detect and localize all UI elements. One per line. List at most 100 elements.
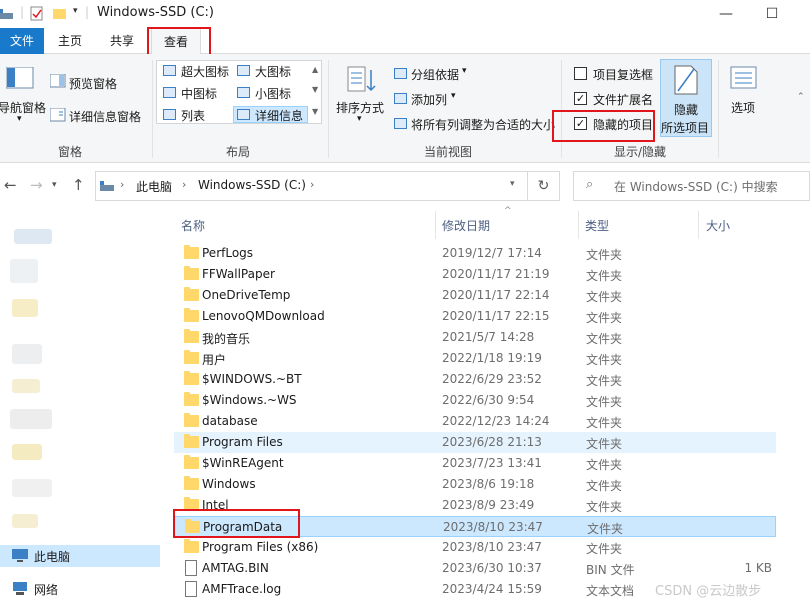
nav-item-this-pc[interactable]: 此电脑 bbox=[34, 548, 70, 565]
group-label-current-view: 当前视图 bbox=[424, 145, 473, 159]
gallery-scroll-down-icon[interactable]: ▼ bbox=[312, 85, 318, 94]
item-checkboxes-label[interactable]: 项目复选框 bbox=[593, 66, 653, 83]
ribbon: 导航窗格 ▾ 预览窗格 详细信息窗格 窗格 超大图标 大图标 中图标 小图标 列… bbox=[0, 54, 810, 163]
hide-selected-items-button[interactable]: 隐藏 所选项目 bbox=[660, 59, 712, 137]
column-separator[interactable] bbox=[578, 211, 579, 239]
chevron-down-icon[interactable]: ▾ bbox=[451, 91, 456, 101]
size-all-columns-button[interactable]: 将所有列调整为合适的大小 bbox=[411, 116, 555, 133]
file-extensions-checkbox[interactable]: ✓ bbox=[574, 92, 587, 105]
blurred-nav-item bbox=[12, 479, 52, 497]
layout-large-icons[interactable]: 大图标 bbox=[255, 63, 291, 80]
file-type: 文件夹 bbox=[587, 522, 624, 536]
table-row[interactable]: database 2022/12/23 14:24 文件夹 bbox=[174, 411, 776, 432]
title-bar: | ▾ | Windows-SSD (C:) — ☐ bbox=[0, 0, 810, 28]
add-columns-button[interactable]: 添加列 bbox=[411, 91, 447, 108]
recent-locations-chevron-icon[interactable]: ▾ bbox=[52, 180, 57, 190]
column-header-size[interactable]: 大小 bbox=[706, 217, 730, 234]
table-row[interactable]: 我的音乐 2021/5/7 14:28 文件夹 bbox=[174, 327, 776, 348]
table-row[interactable]: LenovoQMDownload 2020/11/17 22:15 文件夹 bbox=[174, 306, 776, 327]
file-date: 2023/8/9 23:49 bbox=[442, 498, 535, 512]
column-header-date[interactable]: 修改日期 bbox=[442, 217, 490, 234]
blurred-nav-item bbox=[10, 409, 52, 429]
folder-icon bbox=[184, 245, 199, 259]
file-name: 我的音乐 bbox=[202, 332, 251, 346]
chevron-down-icon[interactable]: ▾ bbox=[357, 114, 362, 124]
breadcrumb-this-pc[interactable]: 此电脑 bbox=[136, 178, 172, 195]
forward-arrow-icon[interactable]: → bbox=[30, 176, 43, 194]
hide-selected-label-line2: 所选项目 bbox=[661, 121, 710, 135]
address-history-chevron-icon[interactable]: ▾ bbox=[510, 179, 515, 189]
chevron-down-icon[interactable]: ▾ bbox=[462, 66, 467, 76]
ribbon-tab-bar: 文件 主页 共享 查看 bbox=[0, 28, 810, 55]
table-row[interactable]: Windows 2023/8/6 19:18 文件夹 bbox=[174, 474, 776, 495]
navigation-pane-button[interactable]: 导航窗格 bbox=[0, 99, 46, 116]
tab-share[interactable]: 共享 bbox=[100, 28, 144, 54]
group-by-button[interactable]: 分组依据 bbox=[411, 66, 459, 83]
file-date: 2023/8/10 23:47 bbox=[443, 520, 543, 534]
column-separator[interactable] bbox=[698, 211, 699, 239]
properties-icon[interactable] bbox=[30, 6, 44, 21]
customize-toolbar-icon[interactable]: ▾ bbox=[73, 6, 78, 16]
gallery-expand-icon[interactable]: ▼ bbox=[312, 107, 318, 116]
details-pane-button[interactable]: 详细信息窗格 bbox=[69, 108, 141, 125]
sort-by-icon bbox=[347, 66, 376, 92]
drive-icon[interactable] bbox=[0, 6, 14, 21]
file-date: 2021/5/7 14:28 bbox=[442, 330, 535, 344]
tab-file[interactable]: 文件 bbox=[0, 28, 44, 54]
table-row[interactable]: $Windows.~WS 2022/6/30 9:54 文件夹 bbox=[174, 390, 776, 411]
table-row[interactable]: $WINDOWS.~BT 2022/6/29 23:52 文件夹 bbox=[174, 369, 776, 390]
navigation-pane-icon[interactable] bbox=[6, 67, 34, 89]
search-box[interactable]: ⌕ 在 Windows-SSD (C:) 中搜索 bbox=[573, 171, 810, 201]
file-date: 2022/6/29 23:52 bbox=[442, 372, 542, 386]
table-row[interactable]: FFWallPaper 2020/11/17 21:19 文件夹 bbox=[174, 264, 776, 285]
layout-medium-icons[interactable]: 中图标 bbox=[181, 85, 217, 102]
chevron-down-icon[interactable]: ▾ bbox=[17, 114, 22, 124]
table-row[interactable]: Program Files 2023/6/28 21:13 文件夹 bbox=[174, 432, 776, 453]
options-button[interactable]: 选项 bbox=[731, 99, 755, 116]
back-arrow-icon[interactable]: ← bbox=[4, 176, 17, 194]
file-type: 文件夹 bbox=[586, 542, 623, 556]
layout-details[interactable]: 详细信息 bbox=[255, 107, 303, 124]
new-folder-icon[interactable] bbox=[53, 6, 67, 21]
table-row[interactable]: OneDriveTemp 2020/11/17 22:14 文件夹 bbox=[174, 285, 776, 306]
small-icons-icon bbox=[237, 87, 250, 98]
address-bar[interactable]: › 此电脑 › Windows-SSD (C:) › ▾ bbox=[95, 171, 528, 201]
refresh-button[interactable]: ↻ bbox=[528, 171, 560, 201]
file-type: 文件夹 bbox=[586, 311, 623, 325]
details-pane-icon bbox=[50, 108, 66, 122]
blurred-nav-item bbox=[12, 379, 40, 393]
layout-small-icons[interactable]: 小图标 bbox=[255, 85, 291, 102]
breadcrumb-chevron-icon[interactable]: › bbox=[182, 178, 186, 191]
file-type: BIN 文件 bbox=[586, 563, 635, 577]
column-header-type[interactable]: 类型 bbox=[585, 217, 609, 234]
column-header-name[interactable]: 名称 bbox=[181, 217, 205, 234]
group-label-layout: 布局 bbox=[226, 145, 251, 159]
column-separator[interactable] bbox=[435, 211, 436, 239]
table-row[interactable]: Program Files (x86) 2023/8/10 23:47 文件夹 bbox=[174, 537, 776, 558]
folder-icon bbox=[184, 350, 199, 364]
gallery-scroll-up-icon[interactable]: ▲ bbox=[312, 65, 318, 74]
maximize-button[interactable]: ☐ bbox=[762, 4, 782, 24]
search-icon: ⌕ bbox=[586, 177, 594, 192]
breadcrumb-chevron-icon[interactable]: › bbox=[120, 178, 124, 191]
table-row[interactable]: PerfLogs 2019/12/7 17:14 文件夹 bbox=[174, 243, 776, 264]
minimize-button[interactable]: — bbox=[716, 4, 736, 24]
preview-pane-button[interactable]: 预览窗格 bbox=[69, 75, 117, 92]
table-row[interactable]: 用户 2022/1/18 19:19 文件夹 bbox=[174, 348, 776, 369]
nav-item-network[interactable]: 网络 bbox=[34, 581, 58, 598]
table-row[interactable]: AMTAG.BIN 2023/6/30 10:37 BIN 文件 1 KB bbox=[174, 558, 776, 579]
tab-home[interactable]: 主页 bbox=[48, 28, 92, 54]
layout-extra-large-icons[interactable]: 超大图标 bbox=[181, 63, 229, 80]
collapse-ribbon-icon[interactable]: ⌃ bbox=[797, 92, 805, 102]
layout-list[interactable]: 列表 bbox=[181, 107, 205, 124]
up-arrow-icon[interactable]: ↑ bbox=[72, 176, 85, 194]
file-extensions-label[interactable]: 文件扩展名 bbox=[593, 91, 653, 108]
breadcrumb-chevron-icon[interactable]: › bbox=[310, 178, 314, 191]
breadcrumb-drive[interactable]: Windows-SSD (C:) bbox=[198, 178, 306, 192]
network-icon bbox=[13, 582, 27, 595]
watermark: CSDN @云边散步 bbox=[655, 584, 762, 599]
blurred-nav-item bbox=[12, 299, 38, 317]
options-icon[interactable] bbox=[730, 66, 758, 90]
item-checkboxes-checkbox[interactable] bbox=[574, 67, 587, 80]
table-row[interactable]: $WinREAgent 2023/7/23 13:41 文件夹 bbox=[174, 453, 776, 474]
